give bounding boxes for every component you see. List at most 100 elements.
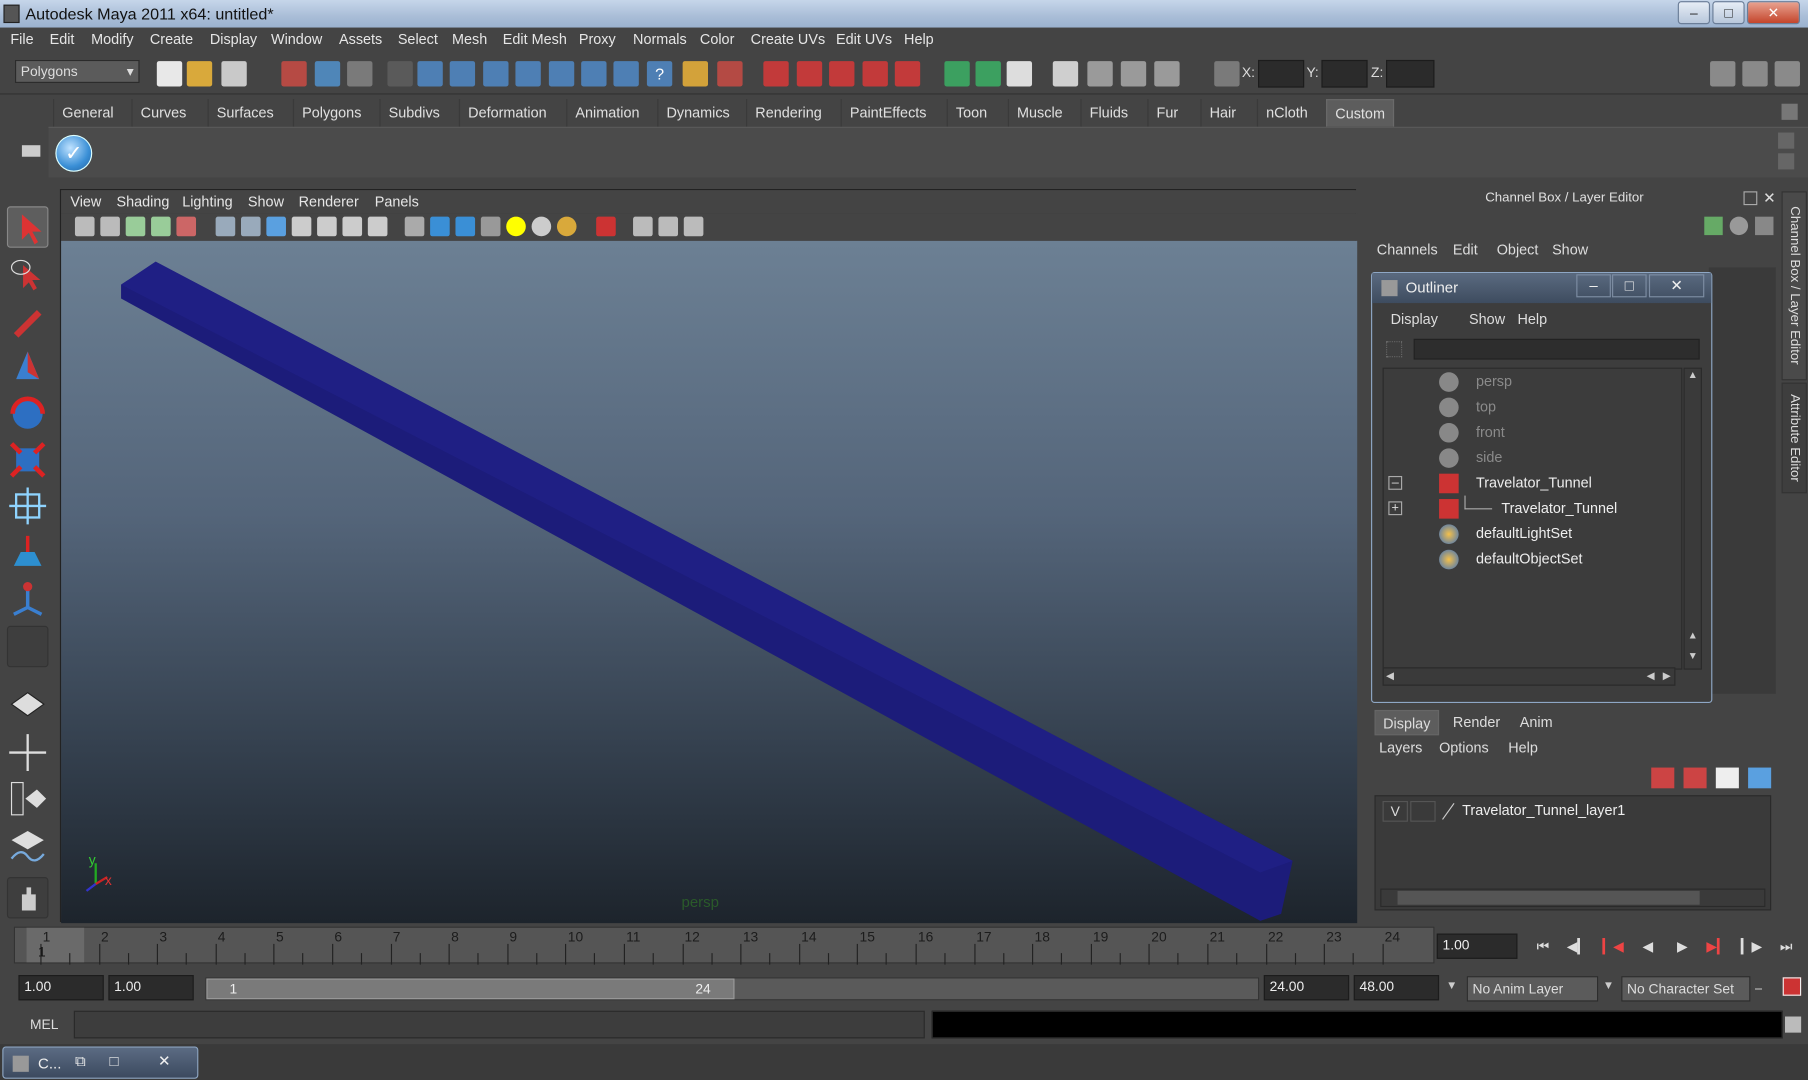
tab-curves[interactable]: Curves [131, 99, 194, 127]
script-editor-icon[interactable] [1784, 1016, 1802, 1033]
select-object-icon[interactable] [314, 61, 341, 87]
tab-custom[interactable]: Custom [1326, 99, 1395, 127]
close-button[interactable]: ✕ [1746, 1, 1800, 25]
time-slider[interactable]: 1 1 2 3 4 5 6 7 8 9 10 11 12 13 14 15 16 17 18 19 20 21 22 23 2… [13, 926, 1435, 965]
input-line-icon[interactable] [944, 61, 970, 87]
selection-highlight-icon[interactable] [717, 61, 743, 87]
command-input[interactable] [73, 1010, 925, 1039]
new-layer-selected-icon[interactable] [1683, 767, 1707, 789]
minimized-window[interactable]: C... ⧉ □ ✕ [2, 1046, 199, 1079]
z-input[interactable] [1386, 59, 1435, 88]
outliner-item-top[interactable]: top [1384, 394, 1681, 419]
menu-edit-mesh[interactable]: Edit Mesh [503, 31, 567, 47]
xray-joints-icon[interactable] [658, 216, 679, 237]
film-gate-icon[interactable] [240, 216, 261, 237]
camera-attributes-icon[interactable] [100, 216, 120, 237]
menu-display[interactable]: Display [210, 31, 257, 47]
start-time-field[interactable]: 1.00 [18, 975, 104, 1001]
image-plane-icon[interactable] [151, 216, 171, 237]
outliner-item-default-object-set[interactable]: defaultObjectSet [1384, 546, 1681, 571]
move-layer-up-icon[interactable] [1715, 767, 1739, 789]
tab-hair[interactable]: Hair [1200, 99, 1244, 127]
character-set-chevron-icon[interactable]: ▼ [1603, 980, 1614, 993]
menu-select[interactable]: Select [398, 31, 438, 47]
select-hierarchy-icon[interactable] [281, 61, 307, 87]
step-back-frame-icon[interactable]: ▎◀ [1601, 938, 1626, 959]
hypershade-icon[interactable] [862, 61, 888, 87]
save-scene-icon[interactable] [221, 61, 247, 87]
paint-select-tool-icon[interactable] [7, 301, 49, 342]
outliner-search-input[interactable] [1413, 338, 1700, 360]
menu-assets[interactable]: Assets [339, 31, 382, 47]
maximize-button[interactable]: □ [1712, 1, 1745, 25]
outliner-maximize-button[interactable]: □ [1612, 274, 1647, 298]
outliner-horizontal-scrollbar[interactable]: ◀ ◀ ▶ [1382, 667, 1676, 686]
render-settings-icon[interactable] [829, 61, 855, 87]
new-layer-icon[interactable] [1651, 767, 1675, 789]
layer-menu-layers[interactable]: Layers [1379, 740, 1422, 756]
select-tool-icon[interactable] [6, 206, 49, 248]
layer-menu-options[interactable]: Options [1439, 740, 1489, 756]
outliner-vertical-scrollbar[interactable]: ▲ ▲ ▼ [1683, 367, 1702, 670]
channel-box-hyper-icon[interactable] [1755, 216, 1774, 236]
camera-select-icon[interactable] [74, 216, 95, 237]
tab-muscle[interactable]: Muscle [1007, 99, 1071, 127]
relative-transform-icon[interactable] [1087, 61, 1113, 87]
snap-point-icon[interactable] [483, 61, 509, 87]
tab-surfaces[interactable]: Surfaces [207, 99, 282, 127]
layer-color-swatch[interactable] [1440, 801, 1456, 822]
step-back-key-icon[interactable]: ◀▎ [1565, 938, 1590, 959]
go-to-end-icon[interactable]: ⏭ [1773, 938, 1798, 959]
scroll-right-icon[interactable]: ▶ [1663, 670, 1671, 683]
menu-window[interactable]: Window [271, 31, 322, 47]
character-set-dropdown[interactable]: No Character Set [1621, 976, 1751, 1002]
viewport-menu-panels[interactable]: Panels [375, 194, 419, 210]
current-frame-marker[interactable] [26, 927, 85, 963]
all-lights-icon[interactable] [531, 216, 552, 237]
auto-key-icon[interactable]: ⎯ [1755, 980, 1776, 996]
outliner-item-default-light-set[interactable]: defaultLightSet [1384, 521, 1681, 546]
pick-mask-icon[interactable] [387, 61, 413, 87]
tab-general[interactable]: General [53, 99, 122, 127]
viewport-menu-lighting[interactable]: Lighting [182, 194, 233, 210]
quick-selection-icon[interactable] [1154, 61, 1180, 87]
scroll-up-icon[interactable]: ▲ [1685, 629, 1701, 645]
channel-box-toggle-icon[interactable] [1774, 61, 1800, 87]
move-layer-down-icon[interactable] [1748, 767, 1772, 789]
rename-icon[interactable] [1120, 61, 1147, 87]
make-live-icon[interactable] [548, 61, 575, 87]
outliner-item-front[interactable]: front [1384, 420, 1681, 445]
snap-grid-icon[interactable] [417, 61, 443, 87]
channel-menu-channels[interactable]: Channels [1377, 242, 1438, 258]
menu-normals[interactable]: Normals [633, 31, 687, 47]
channel-menu-show[interactable]: Show [1552, 242, 1588, 258]
close-icon[interactable]: ✕ [158, 1052, 171, 1070]
restore-icon[interactable]: ⧉ [75, 1052, 86, 1070]
range-slider-handle[interactable] [206, 978, 735, 1000]
channel-box-speed-icon[interactable] [1729, 216, 1749, 236]
bookmark-icon[interactable] [125, 216, 146, 237]
textured-icon[interactable] [480, 216, 501, 237]
wireframe-icon[interactable] [404, 216, 425, 237]
transform-fields-icon[interactable] [1214, 61, 1240, 87]
single-perspective-layout-icon[interactable] [7, 683, 49, 724]
tab-polygons[interactable]: Polygons [292, 99, 370, 127]
collapse-icon[interactable]: – [1388, 475, 1403, 490]
playback-end-field[interactable]: 24.00 [1263, 975, 1350, 1001]
tool-settings-toggle-icon[interactable] [1742, 61, 1768, 87]
outliner-close-button[interactable]: ✕ [1648, 274, 1705, 298]
perspective-viewport[interactable]: View Shading Lighting Show Renderer Pane… [59, 189, 1358, 924]
scroll-left-icon[interactable]: ◀ [1386, 670, 1394, 683]
shelf-menu-icon[interactable] [21, 145, 41, 157]
gate-mask-icon[interactable] [291, 216, 312, 237]
custom-shelf-checkmark-icon[interactable]: ✓ [55, 134, 93, 172]
tab-dynamics[interactable]: Dynamics [657, 99, 738, 127]
expand-icon[interactable]: + [1388, 501, 1403, 516]
tab-ncloth[interactable]: nCloth [1256, 99, 1316, 127]
wireframe-on-shaded-icon[interactable] [455, 216, 476, 237]
scroll-down-icon[interactable]: ▼ [1685, 650, 1701, 666]
y-input[interactable] [1321, 59, 1368, 88]
step-forward-key-icon[interactable]: ▎▶ [1739, 938, 1764, 959]
last-tool-icon[interactable] [6, 625, 49, 668]
four-view-layout-icon[interactable] [7, 732, 49, 773]
